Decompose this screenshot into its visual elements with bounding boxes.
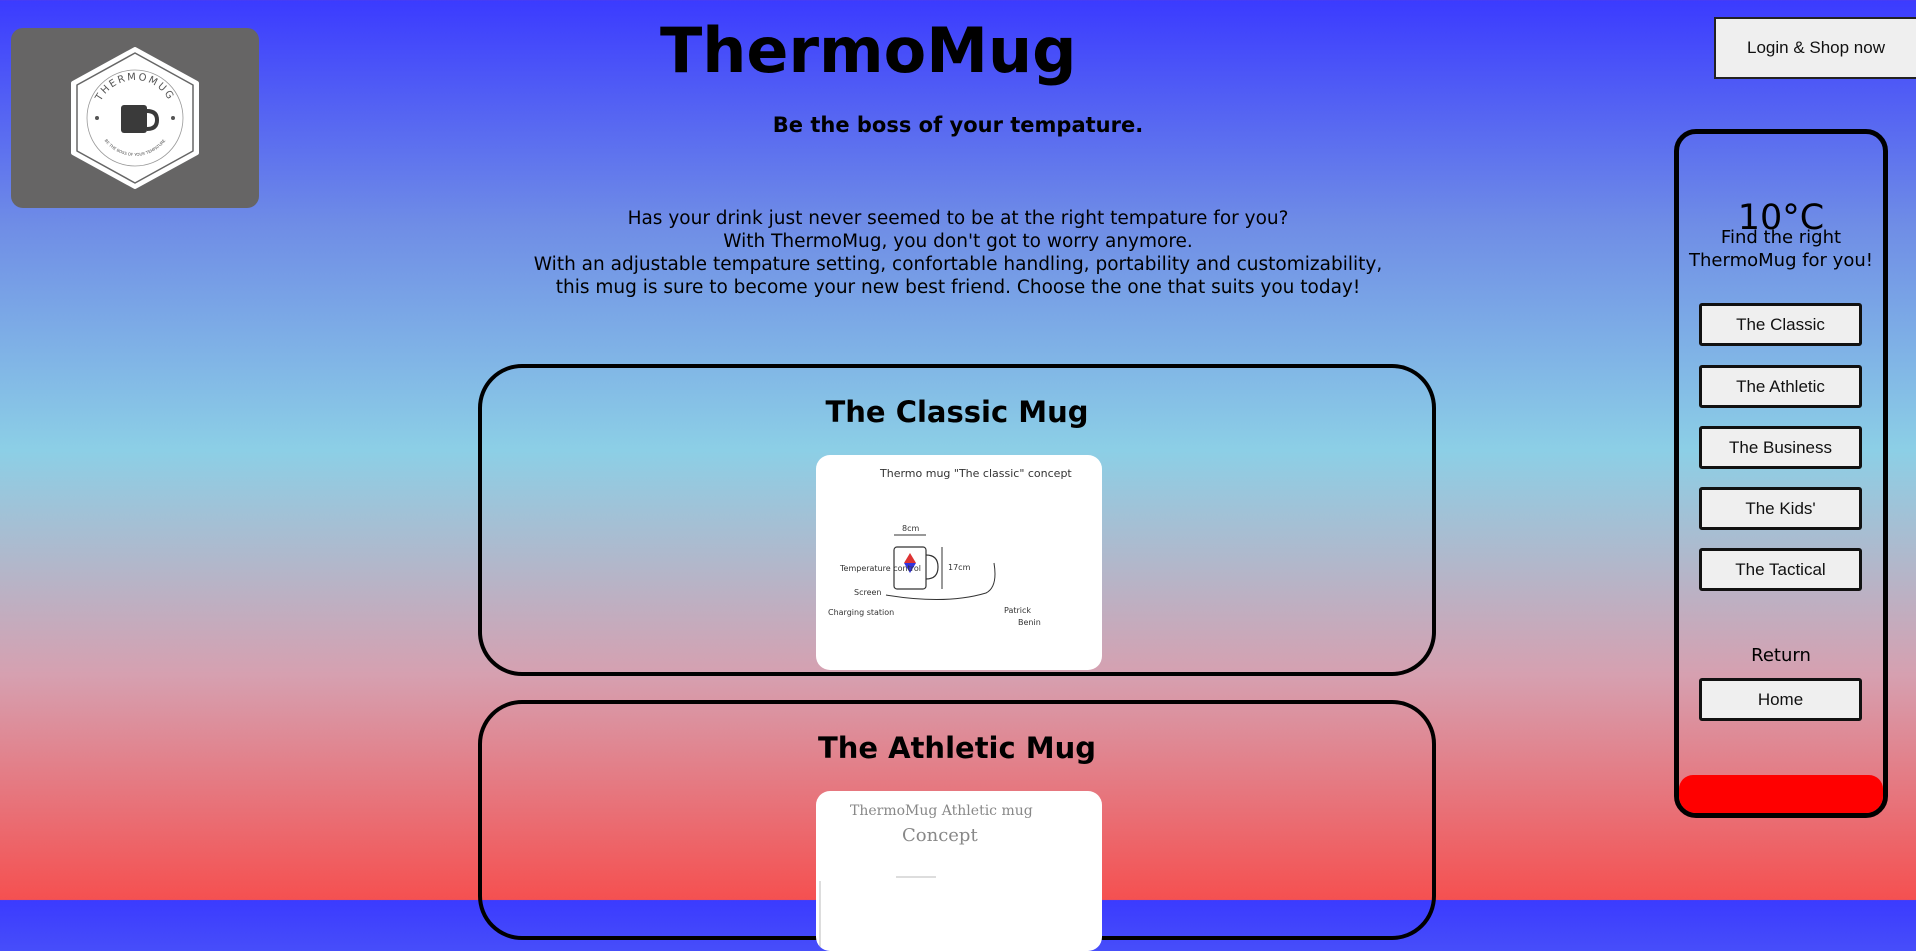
mug-selector-sidebar: 10°C Find the right ThermoMug for you! T… bbox=[1674, 129, 1888, 818]
sketch-heading: ThermoMug Athletic mug bbox=[850, 803, 1033, 819]
intro-line: With an adjustable tempature setting, co… bbox=[533, 254, 1383, 275]
the-athletic-button[interactable]: The Athletic bbox=[1699, 365, 1862, 408]
intro-line: this mug is sure to become your new best… bbox=[555, 277, 1361, 298]
return-label: Return bbox=[1751, 645, 1811, 666]
home-button[interactable]: Home bbox=[1699, 678, 1862, 721]
login-shop-button[interactable]: Login & Shop now bbox=[1714, 17, 1916, 79]
intro-text: Has your drink just never seemed to be a… bbox=[500, 207, 1416, 299]
sketch-note: Temperature control bbox=[839, 564, 921, 573]
classic-mug-sketch: Thermo mug "The classic" concept 8cm 17c… bbox=[816, 455, 1102, 670]
athletic-mug-sketch: ThermoMug Athletic mug Concept bbox=[816, 791, 1102, 951]
sketch-heading: Thermo mug "The classic" concept bbox=[879, 467, 1072, 480]
sketch-note: Charging station bbox=[828, 608, 894, 617]
sketch-note: Benin bbox=[1018, 618, 1041, 627]
logo-container: THERMOMUG BE THE BOSS OF YOUR TEMPATURE bbox=[11, 28, 259, 208]
card-title: The Athletic Mug bbox=[817, 731, 1097, 765]
sketch-note: 8cm bbox=[902, 524, 919, 533]
the-tactical-button[interactable]: The Tactical bbox=[1699, 548, 1862, 591]
sketch-note: Screen bbox=[854, 588, 882, 597]
temperature-heat-bar bbox=[1679, 775, 1883, 813]
find-mug-text: Find the right ThermoMug for you! bbox=[1679, 226, 1883, 272]
card-title: The Classic Mug bbox=[825, 395, 1089, 429]
the-business-button[interactable]: The Business bbox=[1699, 426, 1862, 469]
tagline: Be the boss of your tempature. bbox=[772, 113, 1144, 137]
sketch-note: Patrick bbox=[1004, 606, 1031, 615]
find-line: Find the right bbox=[1720, 227, 1842, 248]
the-kids-button[interactable]: The Kids' bbox=[1699, 487, 1862, 530]
thermomug-logo: THERMOMUG BE THE BOSS OF YOUR TEMPATURE bbox=[71, 47, 199, 189]
the-classic-button[interactable]: The Classic bbox=[1699, 303, 1862, 346]
intro-line: Has your drink just never seemed to be a… bbox=[627, 208, 1289, 229]
sketch-note: 17cm bbox=[948, 563, 971, 572]
page-title: ThermoMug bbox=[660, 14, 1077, 87]
product-card-athletic: The Athletic Mug ThermoMug Athletic mug … bbox=[478, 700, 1436, 951]
product-card-classic: The Classic Mug Thermo mug "The classic"… bbox=[478, 364, 1436, 676]
find-line: ThermoMug for you! bbox=[1689, 250, 1873, 271]
intro-line: With ThermoMug, you don't got to worry a… bbox=[723, 231, 1193, 252]
sketch-subheading: Concept bbox=[902, 825, 978, 846]
